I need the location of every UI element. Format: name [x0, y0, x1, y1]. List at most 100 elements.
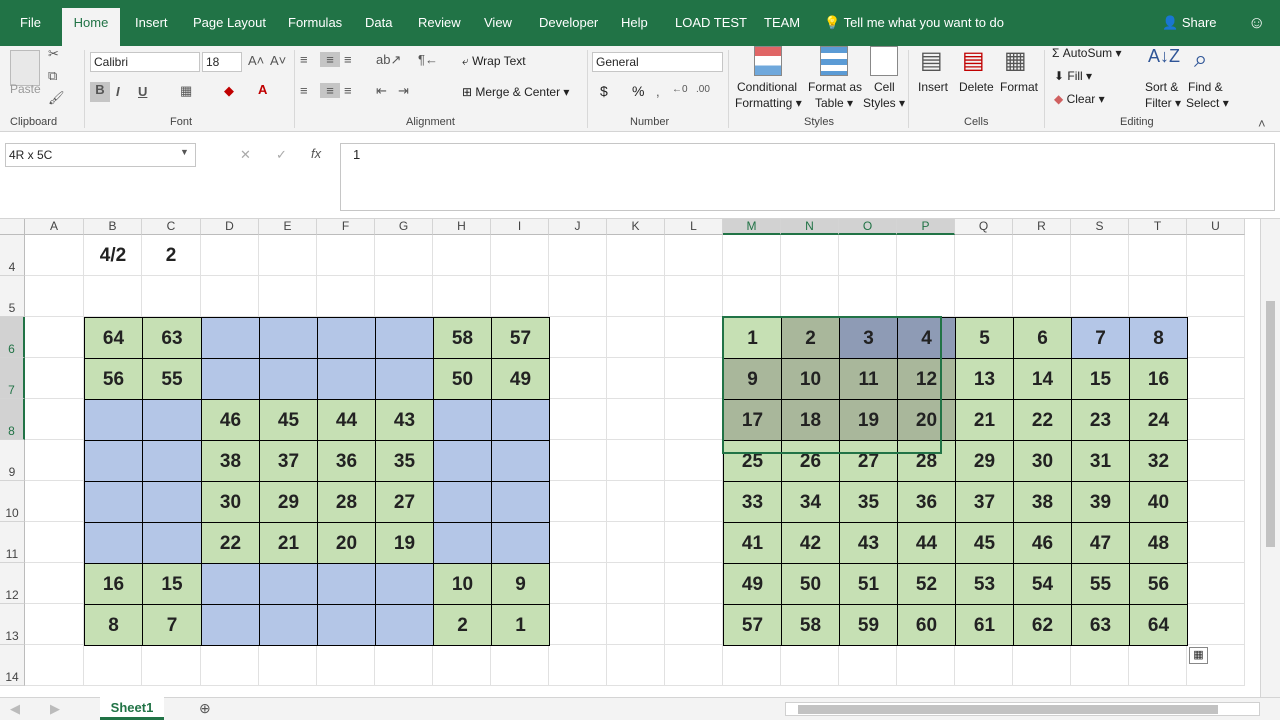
- tab-page-layout[interactable]: Page Layout: [193, 0, 266, 46]
- cell-U4[interactable]: [1187, 235, 1245, 276]
- right-grid-cell[interactable]: 7: [1071, 317, 1130, 359]
- enter-icon[interactable]: ✓: [276, 147, 287, 163]
- right-grid-cell[interactable]: 22: [1013, 399, 1072, 441]
- column-header-I[interactable]: I: [491, 219, 549, 235]
- left-grid-cell[interactable]: 22: [201, 522, 260, 564]
- left-grid-cell[interactable]: [491, 522, 550, 564]
- left-grid-cell[interactable]: [433, 399, 492, 441]
- right-grid-cell[interactable]: 28: [897, 440, 956, 482]
- cell-U6[interactable]: [1187, 317, 1245, 358]
- cell-J10[interactable]: [549, 481, 607, 522]
- right-grid-cell[interactable]: 33: [723, 481, 782, 523]
- comma-style-icon[interactable]: ,: [656, 84, 660, 99]
- name-box-dropdown-icon[interactable]: ▼: [180, 147, 189, 157]
- clear-button[interactable]: ◆ Clear ▾: [1054, 92, 1105, 106]
- cell-G4[interactable]: [375, 235, 433, 276]
- cell-D4[interactable]: [201, 235, 259, 276]
- cell-U8[interactable]: [1187, 399, 1245, 440]
- next-sheet-icon[interactable]: ▶: [50, 701, 60, 717]
- bottom-align-icon[interactable]: ≡: [344, 52, 352, 67]
- cell-N4[interactable]: [781, 235, 839, 276]
- left-grid-cell[interactable]: 45: [259, 399, 318, 441]
- tab-review[interactable]: Review: [418, 0, 461, 46]
- cell-S14[interactable]: [1071, 645, 1129, 686]
- left-grid-cell[interactable]: [433, 440, 492, 482]
- right-grid-cell[interactable]: 56: [1129, 563, 1188, 605]
- row-header-5[interactable]: 5: [0, 276, 25, 317]
- fill-button[interactable]: ⬇ Fill ▾: [1054, 69, 1092, 83]
- left-grid-cell[interactable]: 16: [84, 563, 143, 605]
- cell-L14[interactable]: [665, 645, 723, 686]
- left-grid-cell[interactable]: [201, 604, 260, 646]
- cell-L7[interactable]: [665, 358, 723, 399]
- left-grid-cell[interactable]: [259, 604, 318, 646]
- prev-sheet-icon[interactable]: ◀: [10, 701, 20, 717]
- cell-A10[interactable]: [25, 481, 84, 522]
- right-grid-cell[interactable]: 36: [897, 481, 956, 523]
- vertical-scroll-thumb[interactable]: [1266, 301, 1275, 547]
- cell-Q14[interactable]: [955, 645, 1013, 686]
- cell-U7[interactable]: [1187, 358, 1245, 399]
- paste-icon[interactable]: [10, 50, 40, 86]
- format-painter-icon[interactable]: 🖌: [48, 90, 65, 106]
- column-header-C[interactable]: C: [142, 219, 201, 235]
- right-grid-cell[interactable]: 29: [955, 440, 1014, 482]
- format-as-table-button[interactable]: Format as: [808, 80, 862, 94]
- italic-button[interactable]: I: [116, 84, 120, 99]
- horizontal-scrollbar[interactable]: [785, 702, 1260, 716]
- column-header-K[interactable]: K: [607, 219, 665, 235]
- tab-file[interactable]: File: [20, 0, 41, 46]
- worksheet-grid[interactable]: A B C D E F G H I J K L M N O P Q R S T U 4 5 6 7 8 9 10 11 12 13 14 4/2…: [0, 219, 1260, 689]
- number-format-select[interactable]: General: [592, 52, 723, 72]
- cell-A5[interactable]: [25, 276, 84, 317]
- left-grid-cell[interactable]: [201, 563, 260, 605]
- find-select-icon[interactable]: ⌕: [1194, 46, 1207, 74]
- cell-L9[interactable]: [665, 440, 723, 481]
- cell-L10[interactable]: [665, 481, 723, 522]
- right-grid-cell[interactable]: 25: [723, 440, 782, 482]
- right-grid-cell[interactable]: 11: [839, 358, 898, 400]
- right-grid-cell[interactable]: 53: [955, 563, 1014, 605]
- percent-button[interactable]: %: [632, 83, 644, 99]
- cell-P5[interactable]: [897, 276, 955, 317]
- left-grid-cell[interactable]: 19: [375, 522, 434, 564]
- delete-cells-icon[interactable]: ▤: [962, 46, 985, 75]
- right-grid-cell[interactable]: 58: [781, 604, 840, 646]
- column-header-B[interactable]: B: [84, 219, 142, 235]
- tab-formulas[interactable]: Formulas: [288, 0, 342, 46]
- decrease-decimal-icon[interactable]: .00: [696, 84, 710, 95]
- cell-I14[interactable]: [491, 645, 549, 686]
- right-grid-cell[interactable]: 62: [1013, 604, 1072, 646]
- right-grid-cell[interactable]: 32: [1129, 440, 1188, 482]
- paste-button[interactable]: Paste: [10, 82, 41, 96]
- right-grid-cell[interactable]: 16: [1129, 358, 1188, 400]
- cell-S4[interactable]: [1071, 235, 1129, 276]
- cell-L5[interactable]: [665, 276, 723, 317]
- fill-color-icon[interactable]: ◆: [224, 83, 234, 99]
- cell-C5[interactable]: [142, 276, 201, 317]
- cell-K8[interactable]: [607, 399, 665, 440]
- cell-A8[interactable]: [25, 399, 84, 440]
- left-grid-cell[interactable]: 46: [201, 399, 260, 441]
- tab-data[interactable]: Data: [365, 0, 392, 46]
- left-grid-cell[interactable]: [259, 358, 318, 400]
- left-grid-cell[interactable]: [375, 317, 434, 359]
- column-header-S[interactable]: S: [1071, 219, 1129, 235]
- cell-Q5[interactable]: [955, 276, 1013, 317]
- right-grid-cell[interactable]: 20: [897, 399, 956, 441]
- cell-A6[interactable]: [25, 317, 84, 358]
- cell-J5[interactable]: [549, 276, 607, 317]
- left-grid-cell[interactable]: [259, 317, 318, 359]
- cell-styles-button[interactable]: Cell: [874, 80, 895, 94]
- right-grid-cell[interactable]: 50: [781, 563, 840, 605]
- sort-filter-button[interactable]: Sort &: [1145, 80, 1178, 94]
- left-grid-cell[interactable]: 37: [259, 440, 318, 482]
- cell-N5[interactable]: [781, 276, 839, 317]
- right-grid-cell[interactable]: 23: [1071, 399, 1130, 441]
- decrease-indent-icon[interactable]: ⇤: [376, 83, 387, 99]
- autosum-button[interactable]: Σ AutoSum ▾: [1052, 46, 1121, 60]
- cut-icon[interactable]: ✂: [48, 46, 59, 62]
- left-grid-cell[interactable]: 7: [142, 604, 202, 646]
- cell-U12[interactable]: [1187, 563, 1245, 604]
- right-grid-cell[interactable]: 57: [723, 604, 782, 646]
